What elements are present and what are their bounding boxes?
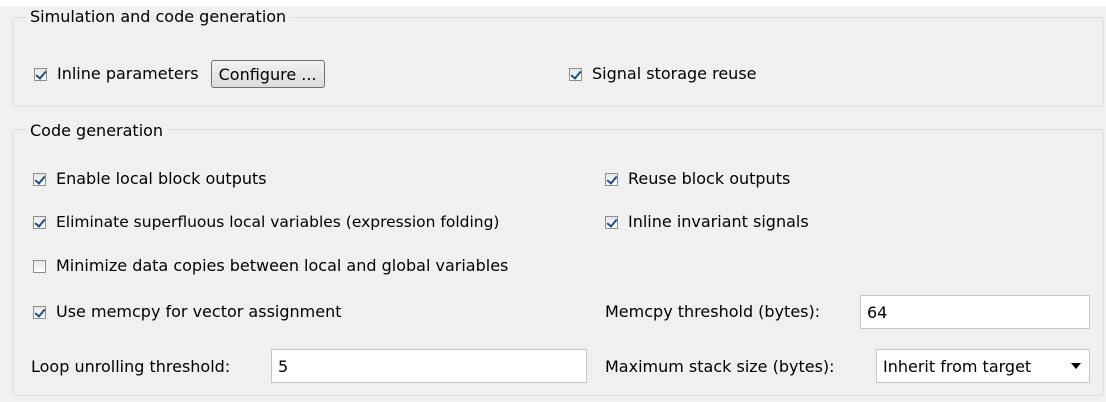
memcpy-threshold-input[interactable]: 64 — [860, 295, 1090, 329]
inline-parameters-label: Inline parameters — [57, 64, 199, 83]
eliminate-superfluous-label: Eliminate superfluous local variables (e… — [56, 213, 500, 231]
use-memcpy-checkbox[interactable] — [33, 305, 46, 319]
minimize-data-copies-checkbox[interactable] — [33, 259, 46, 273]
enable-local-block-outputs-checkbox[interactable] — [33, 172, 46, 186]
use-memcpy-row: Use memcpy for vector assignment — [33, 302, 341, 322]
minimize-data-copies-row: Minimize data copies between local and g… — [33, 256, 508, 276]
inline-invariant-signals-checkbox[interactable] — [605, 215, 618, 229]
chevron-down-icon — [1071, 363, 1081, 369]
loop-unrolling-threshold-label: Loop unrolling threshold: — [31, 357, 231, 376]
inline-invariant-signals-label: Inline invariant signals — [628, 212, 809, 231]
loop-unrolling-threshold-value: 5 — [278, 356, 289, 376]
signal-storage-reuse-label: Signal storage reuse — [592, 64, 757, 83]
use-memcpy-label: Use memcpy for vector assignment — [56, 302, 342, 321]
enable-local-block-outputs-label: Enable local block outputs — [56, 169, 267, 188]
max-stack-size-select[interactable]: Inherit from target — [876, 349, 1090, 383]
inline-invariant-signals-row: Inline invariant signals — [605, 212, 809, 232]
loop-unrolling-threshold-input[interactable]: 5 — [271, 349, 587, 383]
eliminate-superfluous-checkbox[interactable] — [33, 215, 46, 229]
inline-parameters-checkbox[interactable] — [34, 67, 47, 81]
reuse-block-outputs-label: Reuse block outputs — [628, 169, 791, 188]
memcpy-threshold-label: Memcpy threshold (bytes): — [605, 302, 821, 321]
code-generation-group-title: Code generation — [26, 121, 168, 141]
max-stack-size-value: Inherit from target — [883, 356, 1032, 376]
memcpy-threshold-value: 64 — [867, 302, 888, 322]
signal-storage-reuse-checkbox[interactable] — [569, 67, 582, 81]
eliminate-superfluous-row: Eliminate superfluous local variables (e… — [33, 212, 499, 232]
reuse-block-outputs-row: Reuse block outputs — [605, 169, 790, 189]
max-stack-size-label: Maximum stack size (bytes): — [605, 357, 835, 376]
minimize-data-copies-label: Minimize data copies between local and g… — [56, 256, 509, 275]
enable-local-block-outputs-row: Enable local block outputs — [33, 169, 267, 189]
inline-parameters-row: Inline parameters Configure ... — [34, 57, 325, 91]
simulation-group-title: Simulation and code generation — [26, 7, 291, 27]
configure-button[interactable]: Configure ... — [210, 60, 325, 88]
signal-storage-reuse-row: Signal storage reuse — [569, 64, 757, 84]
reuse-block-outputs-checkbox[interactable] — [605, 172, 618, 186]
